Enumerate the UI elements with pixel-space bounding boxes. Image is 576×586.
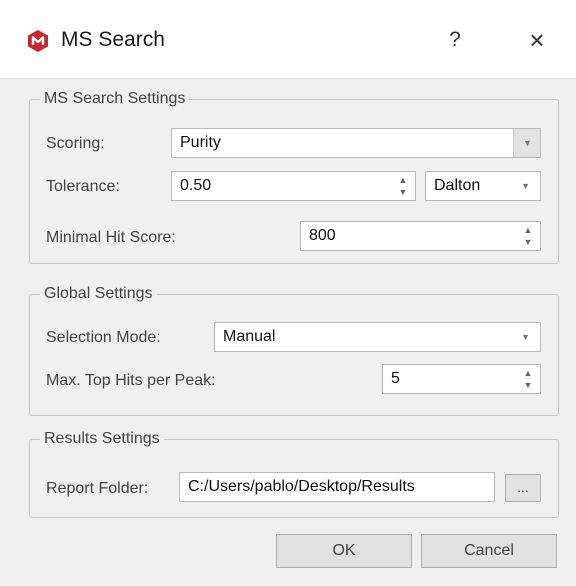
app-logo-icon xyxy=(28,30,48,52)
spin-up-icon[interactable]: ▲ xyxy=(397,175,409,185)
scoring-label: Scoring: xyxy=(46,135,105,152)
global-settings-group: Global Settings xyxy=(29,284,559,416)
minimal-hit-score-value: 800 xyxy=(309,227,336,244)
scoring-value: Purity xyxy=(180,134,221,151)
group-title: Global Settings xyxy=(40,284,157,304)
tolerance-spinbox[interactable]: 0.50 ▲ ▼ xyxy=(171,171,416,201)
group-title: Results Settings xyxy=(40,429,164,449)
window-title: MS Search xyxy=(61,28,165,51)
title-bar: MS Search ? × xyxy=(0,0,576,79)
max-top-hits-value: 5 xyxy=(391,370,400,387)
report-folder-label: Report Folder: xyxy=(46,480,149,497)
browse-button[interactable]: ... xyxy=(505,474,541,502)
max-top-hits-spinbox[interactable]: 5 ▲ ▼ xyxy=(382,364,541,394)
ok-button[interactable]: OK xyxy=(276,534,412,568)
selection-mode-label: Selection Mode: xyxy=(46,329,161,346)
cancel-button[interactable]: Cancel xyxy=(421,534,557,568)
help-icon[interactable]: ? xyxy=(440,23,470,57)
minimal-hit-score-label: Minimal Hit Score: xyxy=(46,229,176,246)
scoring-combobox[interactable]: Purity ▼ xyxy=(171,128,541,158)
close-icon[interactable]: × xyxy=(520,23,554,57)
tolerance-label: Tolerance: xyxy=(46,178,120,195)
chevron-down-icon: ▼ xyxy=(521,181,530,191)
selection-mode-value: Manual xyxy=(223,328,276,345)
group-title: MS Search Settings xyxy=(40,89,190,109)
report-folder-value: C:/Users/pablo/Desktop/Results xyxy=(188,478,415,495)
spin-down-icon[interactable]: ▼ xyxy=(522,380,534,390)
chevron-down-icon: ▼ xyxy=(523,138,532,148)
report-folder-input[interactable]: C:/Users/pablo/Desktop/Results xyxy=(179,472,495,502)
max-top-hits-label: Max. Top Hits per Peak: xyxy=(46,372,216,389)
spin-up-icon[interactable]: ▲ xyxy=(522,225,534,235)
chevron-down-icon: ▼ xyxy=(521,332,530,342)
tolerance-unit-value: Dalton xyxy=(434,177,481,194)
selection-mode-combobox[interactable]: Manual ▼ xyxy=(214,322,541,352)
tolerance-value: 0.50 xyxy=(180,177,212,194)
spin-down-icon[interactable]: ▼ xyxy=(397,187,409,197)
tolerance-unit-combobox[interactable]: Dalton ▼ xyxy=(425,171,541,201)
scoring-dropdown-button[interactable]: ▼ xyxy=(513,129,540,157)
spin-up-icon[interactable]: ▲ xyxy=(522,368,534,378)
spin-down-icon[interactable]: ▼ xyxy=(522,237,534,247)
minimal-hit-score-spinbox[interactable]: 800 ▲ ▼ xyxy=(300,221,541,251)
